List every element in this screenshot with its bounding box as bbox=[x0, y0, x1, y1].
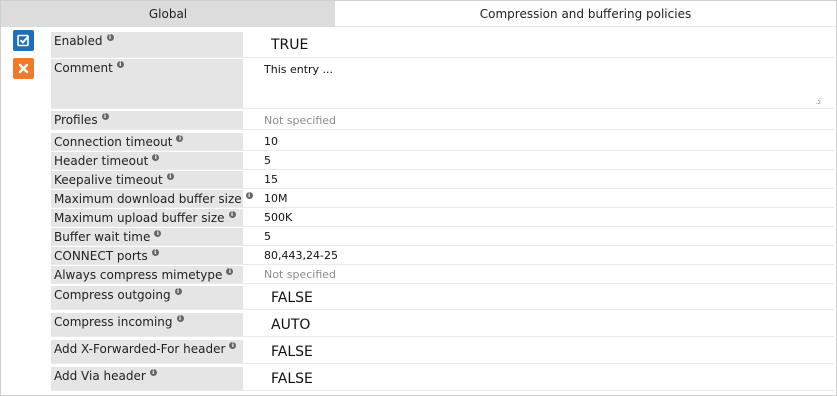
field-label-text: Header timeout bbox=[54, 154, 149, 168]
info-icon[interactable]: i bbox=[176, 135, 184, 142]
field-label-text: Compress incoming bbox=[54, 315, 173, 329]
save-button[interactable] bbox=[13, 30, 34, 51]
field-row-keepalive-timeout: Keepalive timeout i 15 bbox=[51, 171, 834, 189]
field-row-max-download-buffer: Maximum download buffer size i 10M bbox=[51, 190, 834, 208]
keepalive-timeout-value[interactable]: 15 bbox=[243, 171, 834, 188]
comment-text: This entry ... bbox=[264, 63, 334, 76]
field-label: Maximum upload buffer size i bbox=[51, 209, 243, 226]
field-label-text: Maximum download buffer size bbox=[54, 192, 242, 206]
checkbox-check-icon bbox=[17, 34, 30, 47]
info-icon[interactable]: i bbox=[106, 34, 114, 41]
field-label: Compress outgoing i bbox=[51, 286, 243, 309]
field-label-text: Comment bbox=[54, 61, 113, 75]
info-icon[interactable]: i bbox=[151, 249, 159, 256]
add-x-forwarded-for-value[interactable]: FALSE bbox=[243, 340, 834, 363]
info-icon[interactable]: i bbox=[174, 288, 182, 295]
info-icon[interactable]: i bbox=[228, 211, 236, 218]
info-icon[interactable]: i bbox=[166, 173, 174, 180]
buffer-wait-time-value[interactable]: 5 bbox=[243, 228, 834, 245]
field-label: Comment i bbox=[51, 59, 243, 108]
field-label-text: Maximum upload buffer size bbox=[54, 211, 225, 225]
field-row-header-timeout: Header timeout i 5 bbox=[51, 152, 834, 170]
connect-ports-value[interactable]: 80,443,24-25 bbox=[243, 247, 834, 264]
info-icon[interactable]: i bbox=[154, 230, 162, 237]
compress-outgoing-value[interactable]: FALSE bbox=[243, 286, 834, 309]
field-row-add-x-forwarded-for: Add X-Forwarded-For header i FALSE bbox=[51, 340, 834, 364]
max-download-buffer-value[interactable]: 10M bbox=[243, 190, 834, 207]
info-icon[interactable]: i bbox=[229, 342, 237, 349]
field-row-compress-incoming: Compress incoming i AUTO bbox=[51, 313, 834, 337]
field-row-max-upload-buffer: Maximum upload buffer size i 500K bbox=[51, 209, 834, 227]
field-label-text: Enabled bbox=[54, 34, 103, 48]
max-upload-buffer-value[interactable]: 500K bbox=[243, 209, 834, 226]
field-label-text: Keepalive timeout bbox=[54, 173, 163, 187]
info-icon[interactable]: i bbox=[176, 315, 184, 322]
field-label: Compress incoming i bbox=[51, 313, 243, 336]
field-label-text: Connection timeout bbox=[54, 135, 173, 149]
field-label: Connection timeout i bbox=[51, 133, 243, 150]
connection-timeout-value[interactable]: 10 bbox=[243, 133, 834, 150]
field-label: CONNECT ports i bbox=[51, 247, 243, 264]
header-timeout-value[interactable]: 5 bbox=[243, 152, 834, 169]
field-label: Add Via header i bbox=[51, 367, 243, 390]
tab-global[interactable]: Global bbox=[1, 1, 335, 27]
field-row-add-via-header: Add Via header i FALSE bbox=[51, 367, 834, 391]
field-label-text: Compress outgoing bbox=[54, 288, 171, 302]
field-row-buffer-wait-time: Buffer wait time i 5 bbox=[51, 228, 834, 246]
field-label: Buffer wait time i bbox=[51, 228, 243, 245]
field-label: Keepalive timeout i bbox=[51, 171, 243, 188]
field-label-text: CONNECT ports bbox=[54, 249, 148, 263]
info-icon[interactable]: i bbox=[116, 61, 124, 68]
field-row-connect-ports: CONNECT ports i 80,443,24-25 bbox=[51, 247, 834, 265]
field-label-text: Profiles bbox=[54, 113, 98, 127]
field-label-text: Add Via header bbox=[54, 369, 146, 383]
always-compress-mimetype-value[interactable]: Not specified bbox=[243, 266, 834, 283]
info-icon[interactable]: i bbox=[101, 113, 109, 120]
info-icon[interactable]: i bbox=[226, 268, 234, 275]
enabled-value[interactable]: TRUE bbox=[243, 32, 834, 57]
info-icon[interactable]: i bbox=[149, 369, 157, 376]
add-via-header-value[interactable]: FALSE bbox=[243, 367, 834, 390]
field-label: Header timeout i bbox=[51, 152, 243, 169]
settings-panel: Global Compression and buffering policie… bbox=[0, 0, 837, 396]
comment-textarea[interactable]: This entry ... .:i bbox=[243, 59, 834, 108]
resize-grip-icon[interactable]: .:i bbox=[816, 97, 822, 106]
field-row-connection-timeout: Connection timeout i 10 bbox=[51, 133, 834, 151]
field-label-text: Buffer wait time bbox=[54, 230, 151, 244]
field-row-always-compress-mimetype: Always compress mimetype i Not specified bbox=[51, 266, 834, 284]
field-row-profiles: Profiles i Not specified bbox=[51, 111, 834, 130]
cancel-button[interactable] bbox=[13, 58, 34, 79]
close-x-icon bbox=[18, 63, 29, 74]
field-label: Maximum download buffer size i bbox=[51, 190, 253, 207]
field-label: Always compress mimetype i bbox=[51, 266, 243, 283]
field-label-text: Always compress mimetype bbox=[54, 268, 223, 282]
tab-bar: Global Compression and buffering policie… bbox=[1, 1, 836, 27]
profiles-value[interactable]: Not specified bbox=[243, 111, 834, 129]
field-row-comment: Comment i This entry ... .:i bbox=[51, 59, 834, 109]
field-row-enabled: Enabled i TRUE bbox=[51, 32, 834, 58]
field-label: Profiles i bbox=[51, 111, 243, 129]
field-label-text: Add X-Forwarded-For header bbox=[54, 342, 226, 356]
field-label: Enabled i bbox=[51, 32, 243, 57]
tab-compression-buffering[interactable]: Compression and buffering policies bbox=[335, 1, 836, 27]
field-row-compress-outgoing: Compress outgoing i FALSE bbox=[51, 286, 834, 310]
field-label: Add X-Forwarded-For header i bbox=[51, 340, 243, 363]
compress-incoming-value[interactable]: AUTO bbox=[243, 313, 834, 336]
info-icon[interactable]: i bbox=[152, 154, 160, 161]
